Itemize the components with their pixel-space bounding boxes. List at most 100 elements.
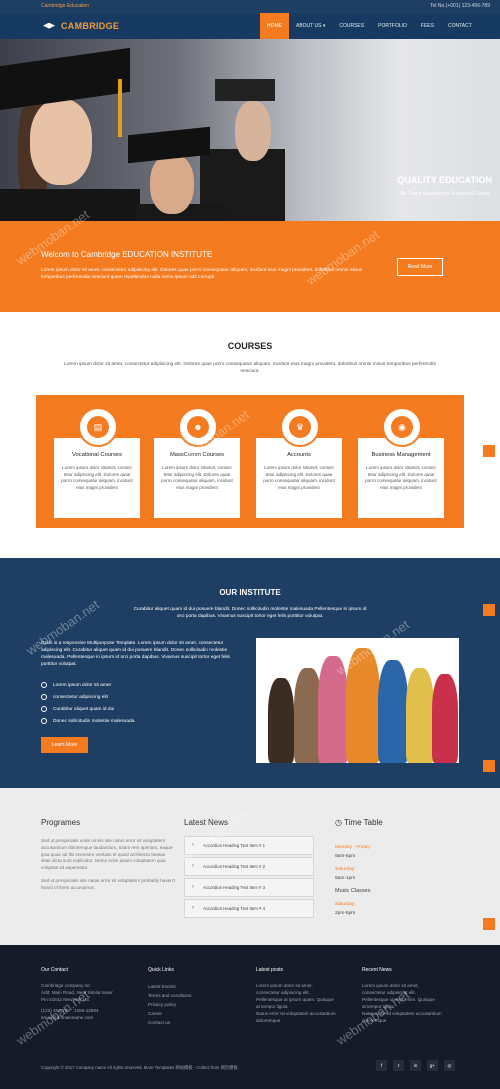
post-line: Natus error sit voluptatem accusantium bbox=[256, 1011, 336, 1016]
welcome-banner: Welcom to Cambridge EDUCATION INSTITUTE … bbox=[0, 221, 500, 312]
course-text: Lorem ipsum dolor sitamet, consec tetur … bbox=[61, 465, 133, 490]
course-card[interactable]: ◉ Business Management Lorem ipsum dolor … bbox=[358, 407, 444, 518]
read-more-button[interactable]: Read More bbox=[397, 258, 443, 276]
timetable-time: 2pm-5pm bbox=[335, 911, 356, 916]
hero-subtitle: We Teach Students for Sucessful Fututre bbox=[399, 191, 490, 197]
graduation-cap-icon bbox=[41, 23, 57, 31]
timetable-time: 9am-1pm bbox=[335, 876, 356, 881]
copyright-text: Copyright © 2017 Company name All rights… bbox=[41, 1065, 238, 1070]
hero-photo-face bbox=[30, 99, 92, 185]
student-figure bbox=[406, 668, 434, 763]
welcome-title: Welcom to Cambridge EDUCATION INSTITUTE bbox=[41, 250, 213, 259]
hero-photo-gown bbox=[0, 189, 140, 221]
accordion-item[interactable]: Accordion Heading Text Item # 2 bbox=[184, 857, 314, 876]
learn-more-button[interactable]: Learn More bbox=[41, 737, 88, 753]
dribbble-icon[interactable]: ◎ bbox=[444, 1060, 455, 1071]
linkedin-icon[interactable]: in bbox=[410, 1060, 421, 1071]
institute-title: OUR INSTITUTE bbox=[219, 588, 281, 597]
programes-title: Programes bbox=[41, 818, 81, 827]
post-line: consectetur adipiscing elit. bbox=[256, 990, 310, 995]
footer-link[interactable]: Contact us bbox=[148, 1018, 243, 1027]
check-circle-icon bbox=[41, 705, 47, 712]
contact-line: Cambridge company inc bbox=[41, 983, 91, 988]
list-item-text: Curabitur aliquet quam id dui bbox=[53, 707, 115, 712]
post-line: at tempor ligula bbox=[256, 1004, 288, 1009]
course-card[interactable]: ☻ MassComm Courses Lorem ipsum dolor sit… bbox=[154, 407, 240, 518]
menu-portfolio[interactable]: PORTFOLIO bbox=[371, 13, 414, 39]
main-menu: HOME ABOUT US ▾ COURSES PORTFOLIO FEES C… bbox=[260, 13, 479, 39]
accordion-item[interactable]: Accordion Heading Text Item # 3 bbox=[184, 878, 314, 897]
site-logo[interactable]: CAMBRIDGE bbox=[41, 21, 119, 31]
clock-icon: ◷ bbox=[335, 818, 345, 827]
side-scroll-arrow[interactable] bbox=[483, 760, 495, 772]
courses-title: COURSES bbox=[227, 341, 273, 351]
institute-section: OUR INSTITUTE Curabitur aliquet quam id … bbox=[0, 558, 500, 788]
course-title: Accounts bbox=[287, 452, 311, 458]
footer-recent-news: Lorem ipsum dolor sit amet, consectetur … bbox=[362, 982, 462, 1024]
side-scroll-arrow[interactable] bbox=[483, 604, 495, 616]
timetable-title: Time Table bbox=[344, 818, 383, 827]
news-line: Pellentesque ut eros enim. Quisque bbox=[362, 997, 435, 1002]
course-card[interactable]: ▤ Vocational Courses Lorem ipsum dolor s… bbox=[54, 407, 140, 518]
menu-contact[interactable]: CONTACT bbox=[441, 13, 479, 39]
footer: Our Contact Quick Links Latest posts Rec… bbox=[0, 945, 500, 1089]
hero-photo-face bbox=[235, 101, 271, 161]
programes-paragraph: Sed ut perspiciatis unde omnis iste natu… bbox=[41, 838, 173, 871]
student-figure bbox=[378, 660, 408, 763]
news-line: consectetur adipiscing elit. bbox=[362, 990, 416, 995]
news-line: doloremque bbox=[362, 1018, 387, 1023]
menu-about-us[interactable]: ABOUT US ▾ bbox=[289, 13, 332, 39]
list-item-text: Donec sollicitudin molestie malesuada. bbox=[53, 719, 136, 724]
timetable-day: Saturday: bbox=[335, 902, 356, 907]
accordion-item[interactable]: Accordion Heading Text Item # 4 bbox=[184, 899, 314, 918]
logo-text: CAMBRIDGE bbox=[61, 21, 120, 31]
check-circle-icon bbox=[41, 681, 47, 688]
menu-home[interactable]: HOME bbox=[260, 13, 289, 39]
timetable-time: 9am-5pm bbox=[335, 854, 356, 859]
news-line: at tempor ligula bbox=[362, 1004, 394, 1009]
facebook-icon[interactable]: f bbox=[376, 1060, 387, 1071]
hero-title: QUALITY EDUCATION bbox=[397, 175, 492, 185]
news-line: Lorem ipsum dolor sit amet, bbox=[362, 983, 419, 988]
post-line: Pellentesque ut ipsum quam. Quisque bbox=[256, 997, 334, 1002]
side-scroll-arrow[interactable] bbox=[483, 918, 495, 930]
students-photo bbox=[256, 638, 459, 763]
hero-photo-cap bbox=[215, 79, 275, 101]
site-tagline: Cambridge Education bbox=[41, 3, 90, 9]
music-classes-title: Music Classes bbox=[335, 888, 371, 894]
footer-links: Latest Events Terms and conditions Priva… bbox=[148, 982, 243, 1027]
list-item-text: consectetur adipiscing elit bbox=[53, 695, 108, 700]
book-glyph: ▤ bbox=[87, 416, 109, 438]
trophy-icon: ♛ bbox=[280, 407, 320, 447]
globe-icon: ◉ bbox=[382, 407, 422, 447]
programes-text: Sed ut perspiciatis unde omnis iste natu… bbox=[41, 838, 176, 892]
contact-email[interactable]: email@domainname.com bbox=[41, 1014, 141, 1021]
contact-line: Add: Main Road, Near Simila tower bbox=[41, 990, 113, 995]
post-line: Lorem ipsum dolor sit amet, bbox=[256, 983, 313, 988]
google-plus-icon[interactable]: g+ bbox=[427, 1060, 438, 1071]
courses-panel: ▤ Vocational Courses Lorem ipsum dolor s… bbox=[36, 395, 464, 528]
list-item-text: Lorem ipsum dolor sit amet bbox=[53, 683, 111, 688]
footer-links-title: Quick Links bbox=[148, 967, 174, 973]
footer-posts: Lorem ipsum dolor sit amet, consectetur … bbox=[256, 982, 356, 1024]
footer-link[interactable]: Terms and conditions bbox=[148, 991, 243, 1000]
footer-link[interactable]: Career bbox=[148, 1009, 243, 1018]
footer-link[interactable]: Privacy policy bbox=[148, 1000, 243, 1009]
menu-courses[interactable]: COURSES bbox=[332, 13, 371, 39]
menu-fees[interactable]: FEES bbox=[414, 13, 441, 39]
programes-paragraph: Sed ut perspiciatis iste natus error sit… bbox=[41, 877, 175, 890]
news-line: Natus error sit voluptatem accusantium bbox=[362, 1011, 442, 1016]
side-scroll-arrow[interactable] bbox=[483, 445, 495, 457]
twitter-icon[interactable]: t bbox=[393, 1060, 404, 1071]
footer-link[interactable]: Latest Events bbox=[148, 982, 243, 991]
student-figure bbox=[432, 674, 458, 763]
top-bar: Cambridge Education Tel No.(+001) 123-45… bbox=[0, 0, 500, 13]
accordion-item[interactable]: Accordion Heading Text Item # 1 bbox=[184, 836, 314, 855]
list-item: Lorem ipsum dolor sit amet bbox=[41, 680, 136, 692]
institute-subtitle: Curabitur aliquet quam id dui posuere bl… bbox=[133, 607, 367, 619]
hero-photo-cap bbox=[128, 126, 210, 164]
users-icon: ☻ bbox=[178, 407, 218, 447]
welcome-text: Lorem ipsum dolor sit amet, consectetur … bbox=[41, 268, 363, 280]
news-title: Latest News bbox=[184, 818, 229, 827]
course-card[interactable]: ♛ Accounts Lorem ipsum dolor sitamet, co… bbox=[256, 407, 342, 518]
